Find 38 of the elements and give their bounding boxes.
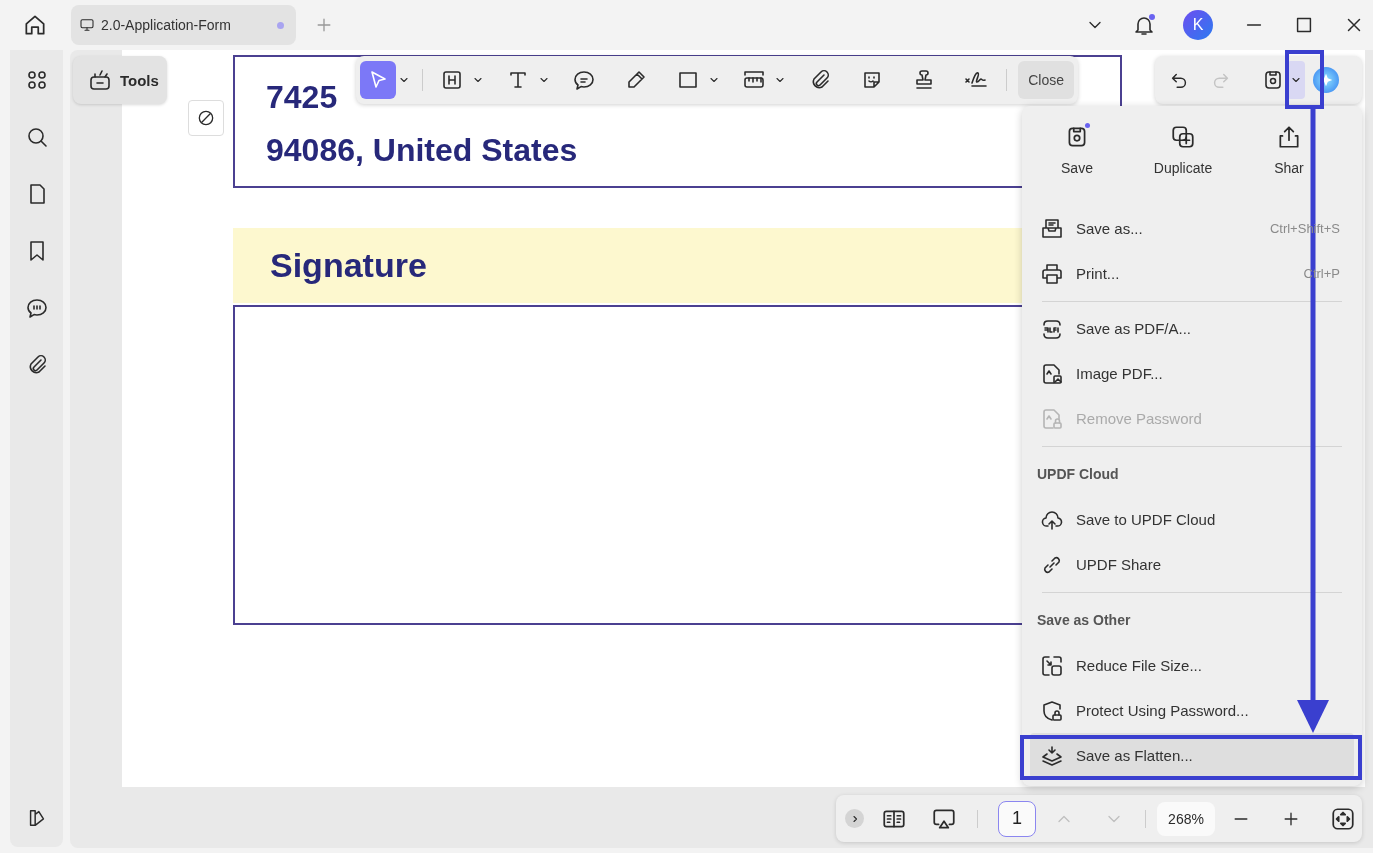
menu-item[interactable]: Protect Using Password... [1030,688,1354,733]
menu-item[interactable]: Save to UPDF Cloud [1030,497,1354,542]
share-button[interactable]: Shar [1236,124,1342,206]
menu-item[interactable]: Image PDF... [1030,351,1354,396]
expand-button[interactable] [845,809,864,828]
layers-icon [1040,743,1064,768]
menu-item[interactable]: Save as PDF/A... [1030,306,1354,351]
address-line: 94086, United States [266,131,578,170]
hide-annotations-button[interactable] [188,100,224,136]
zoom-field[interactable]: 268% [1157,801,1215,836]
locked-document-icon [1040,406,1064,431]
fit-screen-icon[interactable] [1330,805,1356,832]
menu-item[interactable]: UPDF Share [1030,542,1354,587]
tray-icon [1040,216,1064,241]
toolbox-icon [88,68,112,92]
comment-icon[interactable] [24,296,49,320]
prohibited-icon [196,108,216,128]
printer-icon [1040,261,1064,286]
share-icon [1276,124,1302,150]
monitor-icon [79,17,95,33]
comment-icon [572,68,597,92]
image-document-icon [1040,361,1064,386]
section-title: Signature [270,246,427,285]
document-tab[interactable]: 2.0-Application-Form [71,5,296,45]
close-button[interactable]: Close [1018,61,1074,99]
pointer-tool[interactable] [360,61,396,99]
address-line: 7425 [266,78,338,117]
page-field[interactable]: 1 [998,800,1036,837]
tools-button[interactable]: Tools [73,56,167,104]
highlight-frame [1285,50,1324,109]
section-heading: UPDF Cloud [1037,466,1119,482]
duplicate-icon [1170,124,1196,150]
section-heading: Save as Other [1037,612,1131,628]
resize-icon [1040,653,1064,678]
menu-item[interactable]: Reduce File Size... [1030,643,1354,688]
duplicate-button[interactable]: Duplicate [1130,124,1236,206]
shield-lock-icon [1040,698,1064,723]
account-avatar[interactable]: K [1183,10,1213,40]
